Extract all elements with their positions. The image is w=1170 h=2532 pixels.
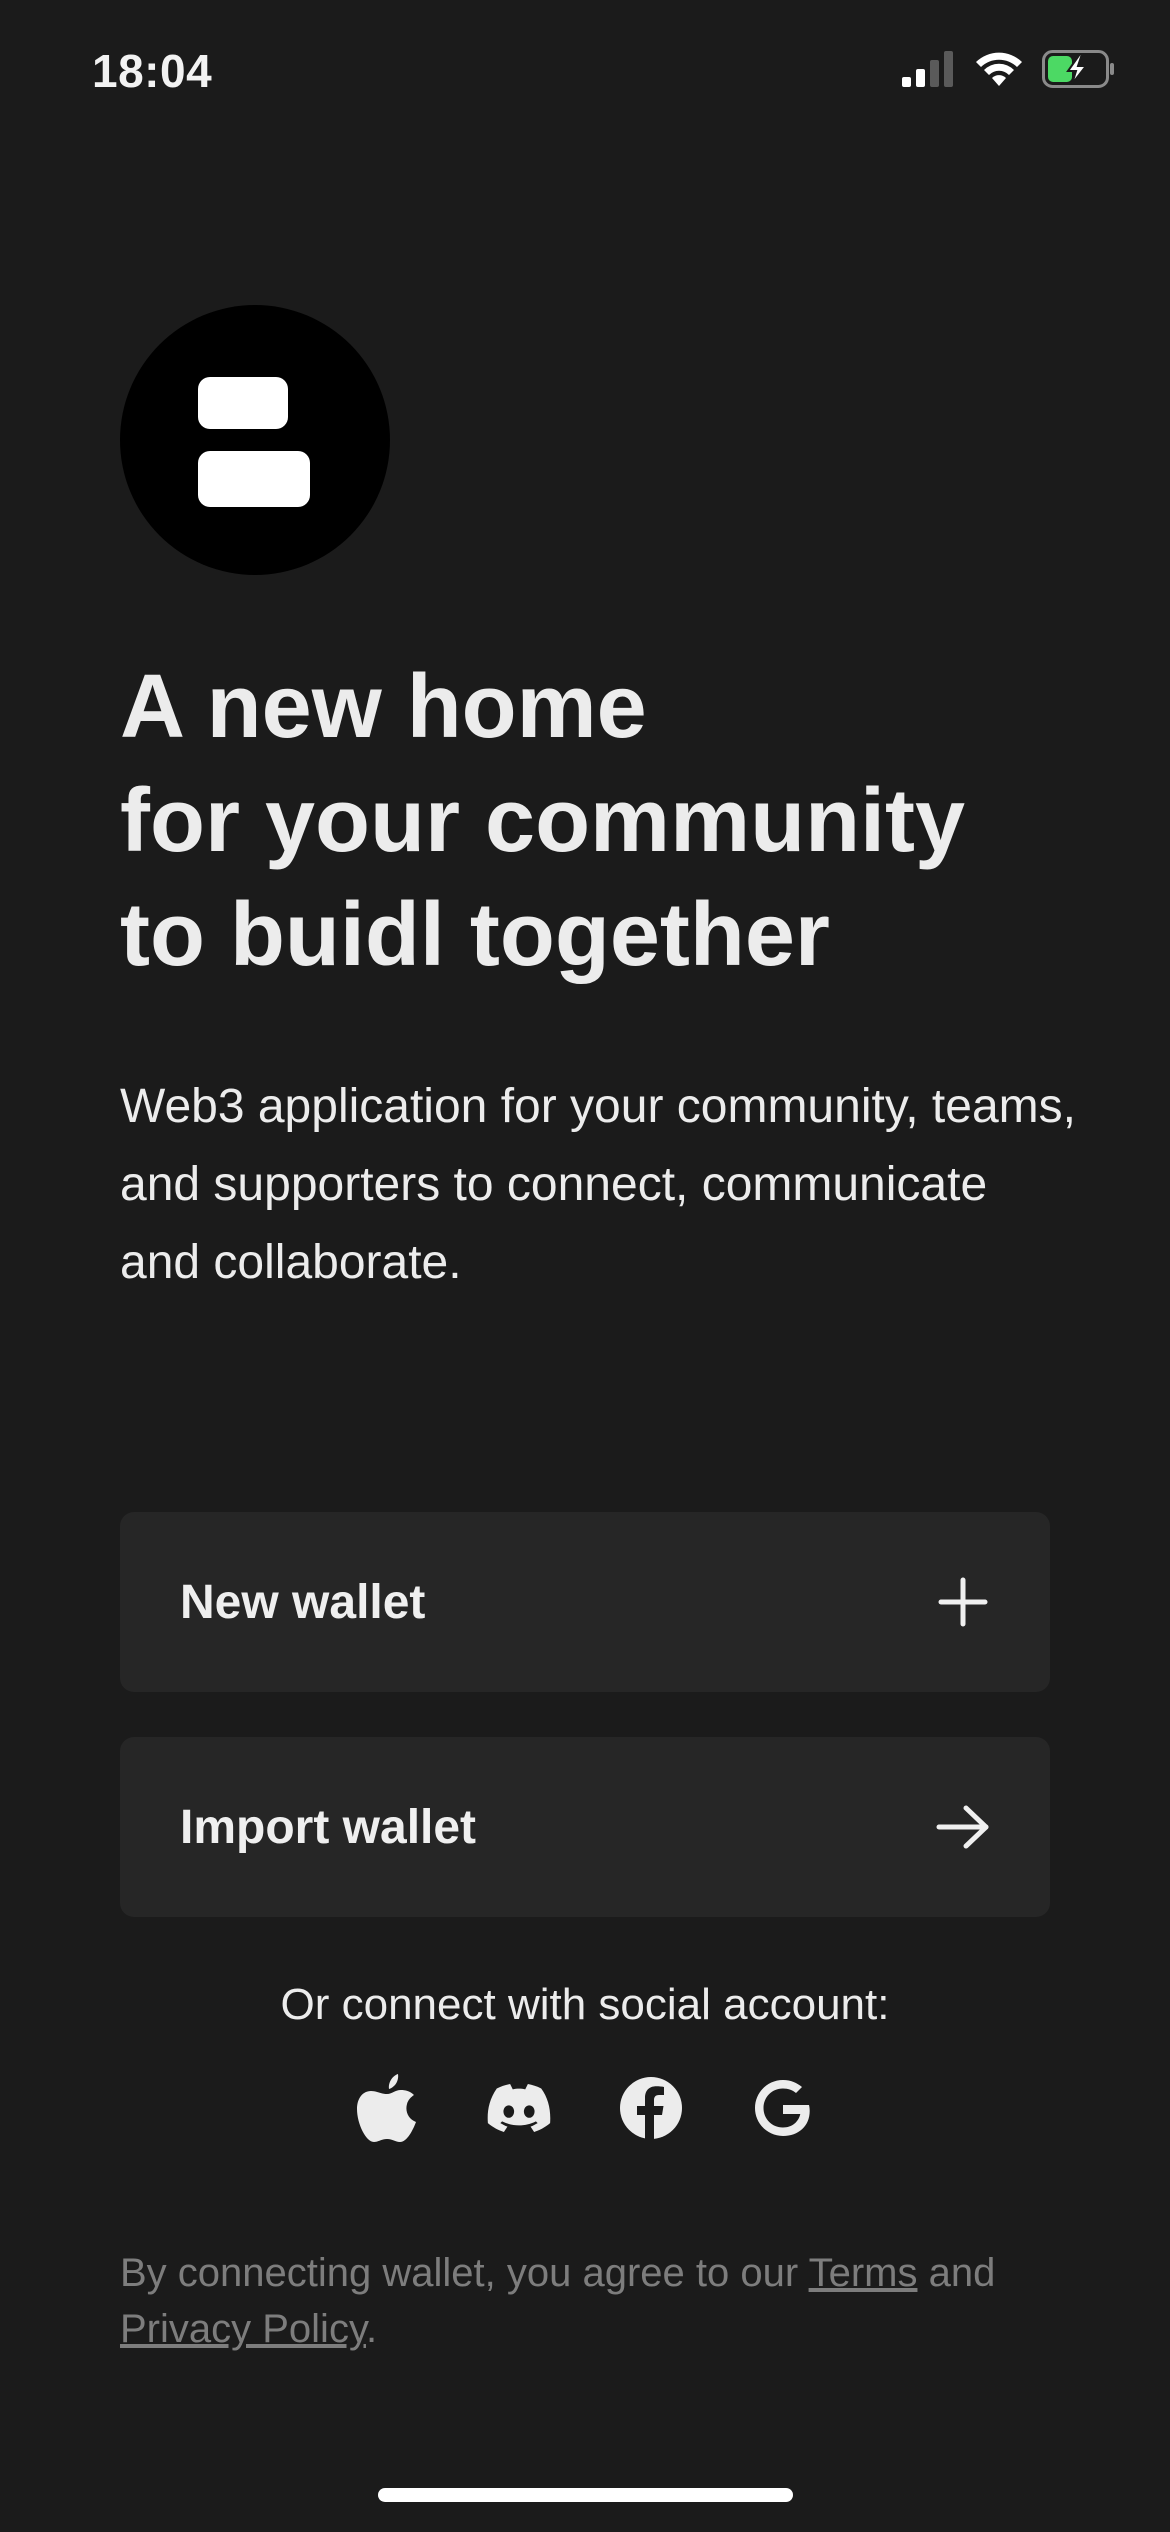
plus-icon bbox=[936, 1575, 990, 1629]
import-wallet-label: Import wallet bbox=[180, 1800, 477, 1854]
logo-shape-bottom bbox=[198, 451, 310, 507]
home-indicator[interactable] bbox=[378, 2488, 793, 2502]
status-time: 18:04 bbox=[92, 45, 213, 97]
new-wallet-button[interactable]: New wallet bbox=[120, 1512, 1050, 1692]
facebook-icon[interactable] bbox=[619, 2072, 683, 2144]
google-icon[interactable] bbox=[751, 2072, 815, 2144]
import-wallet-button[interactable]: Import wallet bbox=[120, 1737, 1050, 1917]
wifi-icon bbox=[974, 50, 1024, 93]
social-login-row bbox=[0, 2072, 1170, 2144]
privacy-policy-link[interactable]: Privacy Policy bbox=[120, 2307, 366, 2351]
legal-notice: By connecting wallet, you agree to our T… bbox=[120, 2245, 1060, 2357]
status-bar: 18:04 bbox=[0, 0, 1170, 140]
terms-link[interactable]: Terms bbox=[809, 2251, 918, 2295]
page-description: Web3 application for your community, tea… bbox=[120, 1080, 1076, 1289]
page-title: A new home for your community to buidl t… bbox=[120, 657, 966, 985]
legal-suffix: . bbox=[365, 2307, 378, 2351]
battery-charging-icon bbox=[1042, 50, 1116, 93]
logo-shape-top bbox=[198, 377, 288, 429]
social-caption: Or connect with social account: bbox=[280, 1980, 890, 2029]
apple-icon[interactable] bbox=[355, 2072, 419, 2144]
app-logo-icon bbox=[120, 305, 390, 575]
discord-icon[interactable] bbox=[487, 2072, 551, 2144]
arrow-right-icon bbox=[936, 1800, 990, 1854]
status-icons bbox=[902, 50, 1116, 93]
new-wallet-label: New wallet bbox=[180, 1575, 426, 1629]
legal-prefix: By connecting wallet, you agree to our bbox=[120, 2251, 809, 2295]
legal-middle: and bbox=[917, 2251, 996, 2295]
cellular-signal-icon bbox=[902, 51, 956, 92]
